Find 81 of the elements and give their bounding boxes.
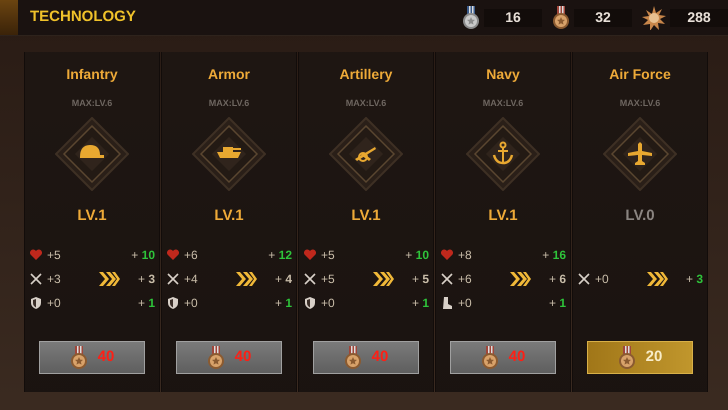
currency-amount: 16 (484, 8, 542, 26)
max-level: MAX:LV.6 (482, 97, 524, 110)
medal-icon (70, 346, 88, 370)
crossed-swords-icon (166, 272, 180, 286)
shield-icon (29, 296, 43, 310)
stat-next: + 4 (274, 271, 292, 288)
diamond-frame-icon (603, 116, 677, 190)
stat-next: + 10 (405, 247, 429, 264)
stat-next: + 3 (138, 271, 155, 288)
screen-title: TECHNOLOGY (30, 7, 136, 28)
medal-icon (552, 6, 570, 30)
stat-current: +6 (458, 271, 473, 288)
chevrons-icon (372, 271, 394, 287)
stat-current: +0 (595, 271, 610, 288)
diamond-frame-icon (329, 116, 403, 190)
medal-icon (462, 6, 480, 30)
chevrons-icon (509, 271, 531, 287)
level-label: LV.1 (77, 206, 107, 226)
stat-next: + 1 (548, 295, 566, 312)
stat-next: + 12 (268, 247, 292, 264)
max-level: MAX:LV.6 (620, 97, 660, 110)
stat-next: + 1 (138, 295, 155, 312)
research-button[interactable]: 40 (313, 341, 419, 374)
branch-name: Air Force (609, 65, 671, 84)
level-label: LV.1 (214, 206, 244, 226)
shield-icon (166, 296, 180, 310)
crossed-swords-icon (29, 272, 43, 286)
chevrons-icon (98, 271, 120, 287)
boot-icon (440, 296, 454, 310)
level-label: LV.1 (351, 206, 381, 226)
max-level: MAX:LV.6 (346, 97, 386, 110)
heart-icon (440, 248, 454, 262)
diamond-frame-icon (466, 116, 540, 190)
chevrons-icon (235, 271, 257, 287)
currency-amount: 32 (574, 8, 632, 26)
branch-name: Navy (486, 65, 520, 84)
diamond-frame-icon (55, 116, 129, 190)
currency-amount: 288 (670, 8, 728, 26)
medal-icon (344, 346, 362, 370)
max-level: MAX:LV.6 (72, 97, 112, 110)
stat-current: +4 (184, 271, 199, 288)
crossed-swords-icon (440, 272, 454, 286)
diamond-frame-icon (192, 116, 266, 190)
heart-icon (166, 248, 180, 262)
research-button[interactable]: 40 (176, 341, 282, 374)
chevrons-icon (646, 271, 668, 287)
research-button[interactable]: 40 (450, 341, 556, 374)
stat-next: + 16 (542, 247, 566, 264)
level-label: LV.1 (488, 206, 518, 226)
medal-icon (618, 346, 636, 370)
branch-name: Artillery (340, 65, 392, 84)
stat-current: +5 (321, 247, 336, 264)
research-button[interactable]: 40 (39, 341, 145, 374)
stat-next: + 1 (412, 295, 429, 312)
stat-next: + 6 (548, 271, 566, 288)
stat-current: +6 (184, 247, 199, 264)
crossed-swords-icon (303, 272, 317, 286)
stat-next: + 10 (131, 247, 155, 264)
stat-current: +3 (47, 271, 62, 288)
heart-icon (29, 248, 43, 262)
medal-icon (480, 346, 499, 370)
stat-next: + 3 (686, 271, 703, 288)
stat-current: +8 (458, 247, 473, 264)
stat-current: +0 (321, 295, 336, 312)
branch-name: Armor (208, 65, 250, 84)
stat-current: +5 (321, 271, 336, 288)
research-button[interactable]: 20 (587, 341, 693, 374)
crossed-swords-icon (577, 272, 591, 286)
medal-icon (206, 346, 225, 370)
shield-icon (303, 296, 317, 310)
stat-current: +0 (184, 295, 199, 312)
stat-next: + 1 (274, 295, 292, 312)
max-level: MAX:LV.6 (208, 97, 250, 110)
star-badge-icon (642, 6, 666, 30)
level-label: LV.0 (625, 206, 655, 226)
stat-next: + 5 (412, 271, 429, 288)
stat-current: +0 (458, 295, 473, 312)
branch-name: Infantry (66, 65, 118, 84)
heart-icon (303, 248, 317, 262)
stat-current: +5 (47, 247, 62, 264)
stat-current: +0 (47, 295, 62, 312)
